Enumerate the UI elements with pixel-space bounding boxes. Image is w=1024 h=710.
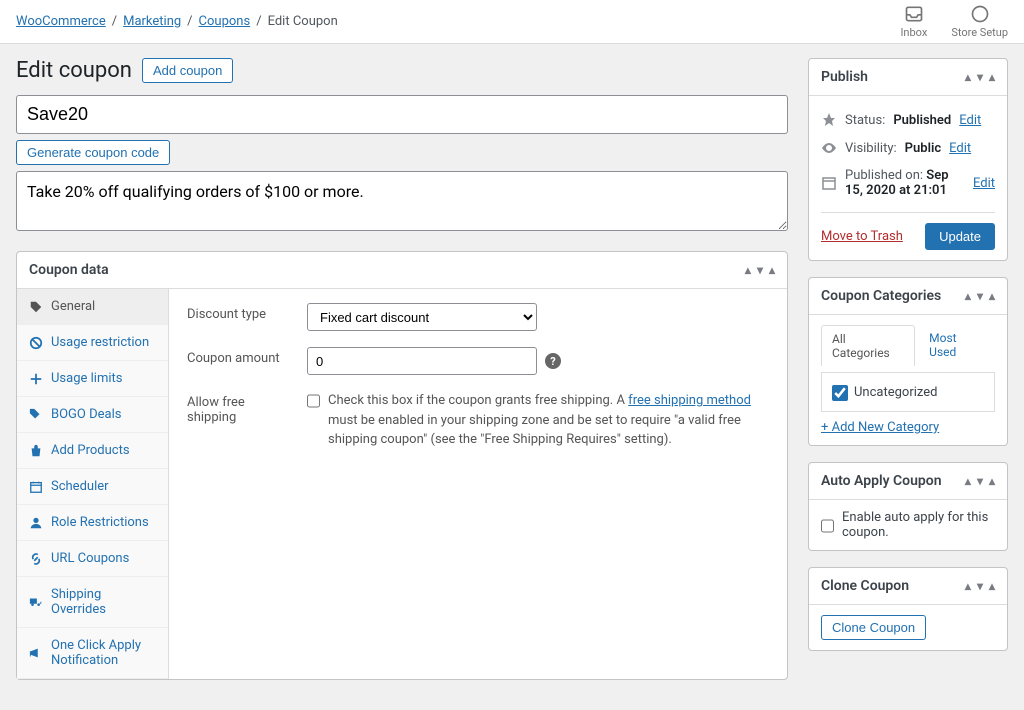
breadcrumb: WooCommerce / Marketing / Coupons / Edit… xyxy=(16,14,338,29)
panel-down-icon[interactable]: ▾ xyxy=(977,70,983,84)
add-new-category-link[interactable]: + Add New Category xyxy=(821,420,939,435)
calendar-icon xyxy=(29,480,43,494)
tab-usage-limits[interactable]: Usage limits xyxy=(17,361,168,397)
store-setup-button[interactable]: Store Setup xyxy=(951,4,1008,39)
panel-down-icon[interactable]: ▾ xyxy=(977,579,983,593)
auto-apply-checkbox[interactable] xyxy=(821,518,834,534)
panel-up-icon[interactable]: ▴ xyxy=(965,70,971,84)
panel-toggle-icon[interactable]: ▴ xyxy=(989,70,995,84)
coupon-data-title: Coupon data xyxy=(29,262,109,278)
tab-role-restrictions[interactable]: Role Restrictions xyxy=(17,505,168,541)
tags-icon xyxy=(29,408,43,422)
categories-title: Coupon Categories xyxy=(821,288,941,304)
calendar-icon xyxy=(821,175,837,191)
truck-icon xyxy=(29,595,43,609)
ban-icon xyxy=(29,336,43,350)
page-title: Edit coupon xyxy=(16,58,132,83)
move-to-trash-link[interactable]: Move to Trash xyxy=(821,229,903,244)
clone-coupon-panel: Clone Coupon ▴ ▾ ▴ Clone Coupon xyxy=(808,567,1008,651)
tab-all-categories[interactable]: All Categories xyxy=(821,325,915,366)
edit-visibility-link[interactable]: Edit xyxy=(949,141,971,156)
coupon-data-tabs: General Usage restriction Usage limits B… xyxy=(17,289,169,679)
free-shipping-description: Check this box if the coupon grants free… xyxy=(328,391,769,450)
coupon-amount-input[interactable] xyxy=(307,347,537,375)
uncategorized-checkbox[interactable] xyxy=(832,385,848,401)
panel-up-icon[interactable]: ▴ xyxy=(745,263,751,277)
generate-coupon-code-button[interactable]: Generate coupon code xyxy=(16,140,170,165)
breadcrumb-marketing[interactable]: Marketing xyxy=(123,14,181,29)
edit-date-link[interactable]: Edit xyxy=(973,176,995,191)
coupon-description-input[interactable]: Take 20% off qualifying orders of $100 o… xyxy=(16,171,788,231)
coupon-amount-label: Coupon amount xyxy=(187,347,291,366)
progress-circle-icon xyxy=(970,4,990,24)
publish-panel: Publish ▴ ▾ ▴ Status: Published Edit Vis… xyxy=(808,58,1008,261)
panel-down-icon[interactable]: ▾ xyxy=(977,474,983,488)
tab-url-coupons[interactable]: URL Coupons xyxy=(17,541,168,577)
megaphone-icon xyxy=(29,646,43,660)
panel-up-icon[interactable]: ▴ xyxy=(965,289,971,303)
tab-add-products[interactable]: Add Products xyxy=(17,433,168,469)
page-header: Edit coupon Add coupon xyxy=(16,58,788,83)
tab-general[interactable]: General xyxy=(17,289,168,325)
breadcrumb-current: Edit Coupon xyxy=(268,14,338,29)
tab-bogo-deals[interactable]: BOGO Deals xyxy=(17,397,168,433)
topbar: WooCommerce / Marketing / Coupons / Edit… xyxy=(0,0,1024,44)
tab-most-used[interactable]: Most Used xyxy=(919,325,995,366)
bag-icon xyxy=(29,444,43,458)
clone-title: Clone Coupon xyxy=(821,578,909,594)
panel-toggle-icon[interactable]: ▴ xyxy=(769,263,775,277)
auto-apply-panel: Auto Apply Coupon ▴ ▾ ▴ Enable auto appl… xyxy=(808,462,1008,551)
panel-down-icon[interactable]: ▾ xyxy=(977,289,983,303)
tab-usage-restriction[interactable]: Usage restriction xyxy=(17,325,168,361)
panel-toggle-icon[interactable]: ▴ xyxy=(989,579,995,593)
panel-toggle-icon[interactable]: ▴ xyxy=(989,474,995,488)
help-icon[interactable]: ? xyxy=(545,353,561,369)
publish-title: Publish xyxy=(821,69,868,85)
coupon-data-panel: Coupon data ▴ ▾ ▴ General Usage restrict… xyxy=(16,251,788,680)
update-button[interactable]: Update xyxy=(925,223,995,250)
auto-apply-title: Auto Apply Coupon xyxy=(821,473,942,489)
discount-type-label: Discount type xyxy=(187,303,291,322)
add-coupon-button[interactable]: Add coupon xyxy=(142,58,233,83)
tab-shipping-overrides[interactable]: Shipping Overrides xyxy=(17,577,168,628)
tab-scheduler[interactable]: Scheduler xyxy=(17,469,168,505)
panel-toggle-icon[interactable]: ▴ xyxy=(989,289,995,303)
free-shipping-label: Allow free shipping xyxy=(187,391,291,425)
discount-type-select[interactable]: Fixed cart discount xyxy=(307,303,537,331)
tab-one-click-apply[interactable]: One Click Apply Notification xyxy=(17,628,168,679)
panel-up-icon[interactable]: ▴ xyxy=(965,579,971,593)
tag-icon xyxy=(29,300,43,314)
pin-icon xyxy=(821,112,837,128)
breadcrumb-woocommerce[interactable]: WooCommerce xyxy=(16,14,106,29)
panel-up-icon[interactable]: ▴ xyxy=(965,474,971,488)
coupon-code-input[interactable] xyxy=(16,95,788,134)
coupon-categories-panel: Coupon Categories ▴ ▾ ▴ All Categories M… xyxy=(808,277,1008,446)
breadcrumb-coupons[interactable]: Coupons xyxy=(199,14,251,29)
free-shipping-checkbox[interactable] xyxy=(307,393,320,409)
category-uncategorized[interactable]: Uncategorized xyxy=(832,383,984,401)
link-icon xyxy=(29,552,43,566)
topbar-actions: Inbox Store Setup xyxy=(900,4,1008,39)
plus-icon xyxy=(29,372,43,386)
free-shipping-method-link[interactable]: free shipping method xyxy=(628,393,751,408)
inbox-button[interactable]: Inbox xyxy=(900,4,927,39)
user-icon xyxy=(29,516,43,530)
clone-coupon-button[interactable]: Clone Coupon xyxy=(821,615,926,640)
eye-icon xyxy=(821,140,837,156)
edit-status-link[interactable]: Edit xyxy=(959,113,981,128)
panel-down-icon[interactable]: ▾ xyxy=(757,263,763,277)
auto-apply-label[interactable]: Enable auto apply for this coupon. xyxy=(821,510,995,540)
inbox-icon xyxy=(904,4,924,24)
